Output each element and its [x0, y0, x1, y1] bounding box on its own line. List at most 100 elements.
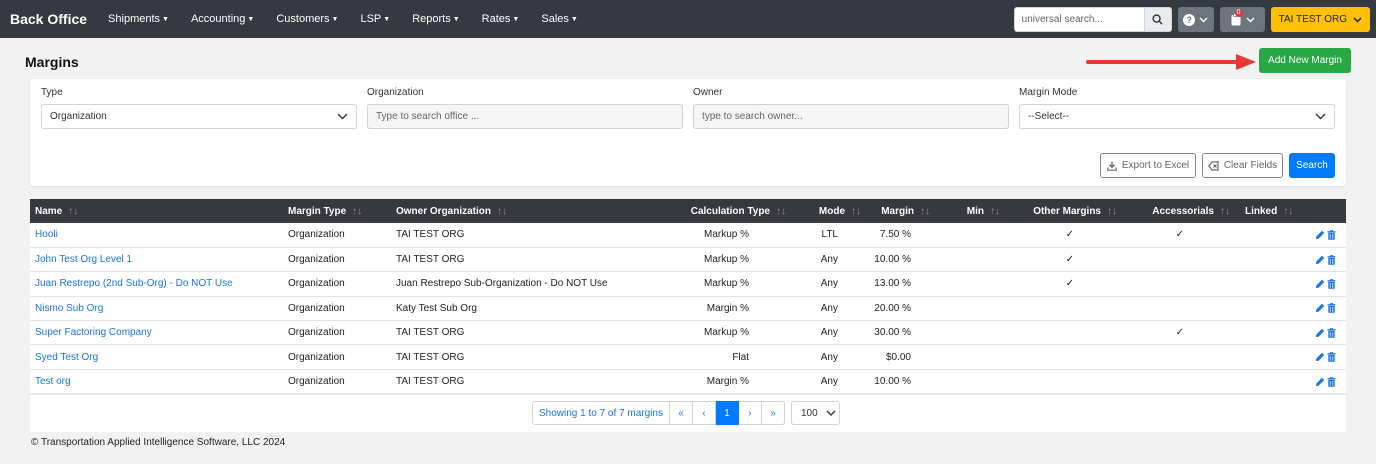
next-page-button[interactable]: ›: [738, 401, 762, 425]
column-header-margin-type[interactable]: Margin Type ↑↓: [283, 199, 391, 223]
trash-icon[interactable]: [1327, 376, 1336, 387]
cell-calculation-type: Flat: [732, 351, 749, 363]
row-actions: [1240, 327, 1341, 338]
add-new-margin-button[interactable]: Add New Margin: [1259, 48, 1351, 73]
search-button[interactable]: Search: [1289, 153, 1335, 178]
trash-icon[interactable]: [1327, 327, 1336, 338]
column-header-calculation-type[interactable]: Calculation Type ↑↓: [641, 199, 791, 223]
edit-icon[interactable]: [1315, 279, 1325, 289]
cell-margin-type: Organization: [288, 302, 345, 314]
nav-item-sales[interactable]: Sales ▼: [530, 13, 588, 25]
last-page-button[interactable]: »: [761, 401, 785, 425]
nav-item-rates[interactable]: Rates ▼: [471, 13, 531, 25]
nav-item-label: LSP: [360, 13, 382, 25]
page-title: Margins: [25, 54, 79, 70]
trash-icon[interactable]: [1327, 230, 1336, 240]
trash-icon[interactable]: [1327, 352, 1336, 362]
cell-margin-type: Organization: [288, 376, 345, 388]
previous-page-button[interactable]: ‹: [692, 401, 716, 425]
brand-logo[interactable]: Back Office: [10, 11, 87, 27]
cell-mode: Any: [820, 254, 838, 266]
cart-button[interactable]: 0: [1219, 7, 1265, 32]
nav-item-accounting[interactable]: Accounting ▼: [180, 13, 265, 25]
cell-name[interactable]: John Test Org Level 1: [30, 247, 283, 271]
column-header-accessorials[interactable]: Accessorials ↑↓: [1122, 199, 1235, 223]
edit-icon[interactable]: [1315, 328, 1325, 338]
column-header-min[interactable]: Min ↑↓: [935, 199, 1005, 223]
organization-search-input[interactable]: Type to search office ...: [367, 104, 683, 129]
chevron-down-icon: ▼: [452, 15, 460, 23]
help-button[interactable]: ?: [1177, 7, 1214, 32]
cell-name[interactable]: Juan Restrepo (2nd Sub-Org) - Do NOT Use: [30, 272, 283, 296]
trash-icon[interactable]: [1327, 279, 1336, 289]
cell-owner-organization: TAI TEST ORG: [396, 229, 465, 241]
export-excel-label: Export to Excel: [1121, 160, 1190, 171]
column-header-other-margins[interactable]: Other Margins ↑↓: [1005, 199, 1122, 223]
cell-other-margins: ✓: [1065, 254, 1074, 266]
cell-margin-type: Organization: [288, 254, 345, 266]
trash-icon[interactable]: [1327, 303, 1336, 314]
column-header-name[interactable]: Name ↑↓: [30, 199, 283, 223]
trash-icon[interactable]: [1327, 254, 1336, 265]
header-label: Other Margins: [1033, 205, 1101, 217]
cell-owner-organization: TAI TEST ORG: [396, 254, 465, 266]
edit-icon[interactable]: [1315, 352, 1325, 362]
cell-margin: 13.00 %: [874, 278, 911, 290]
annotation-arrow: [1086, 54, 1256, 70]
edit-icon[interactable]: [1315, 230, 1325, 240]
table-row: Nismo Sub Org Organization Katy Test Sub O…: [30, 296, 1346, 321]
column-header-mode[interactable]: Mode ↑↓: [791, 199, 866, 223]
cell-min: [935, 321, 1005, 345]
cell-margin: 30.00 %: [874, 327, 911, 339]
cell-calculation-type: Markup %: [703, 254, 749, 266]
cell-mode: Any: [820, 278, 838, 290]
header-label: Accessorials: [1152, 205, 1214, 217]
cell-margin-type: Organization: [288, 351, 345, 363]
cell-name[interactable]: Syed Test Org: [30, 345, 283, 369]
column-header-margin[interactable]: Margin ↑↓: [866, 199, 935, 223]
column-header-owner-organization[interactable]: Owner Organization ↑↓: [391, 199, 641, 223]
nav-item-lsp[interactable]: LSP ▼: [349, 13, 401, 25]
header-label: Name: [35, 205, 63, 217]
page-button-current[interactable]: 1: [715, 401, 739, 425]
organization-search-placeholder: Type to search office ...: [376, 111, 480, 122]
cell-name[interactable]: Hooli: [30, 223, 283, 247]
edit-icon[interactable]: [1315, 377, 1325, 387]
margin-mode-select[interactable]: --Select--: [1019, 104, 1335, 129]
chevron-down-icon: ▼: [512, 15, 520, 23]
universal-search-button[interactable]: [1144, 7, 1172, 32]
clear-fields-button[interactable]: Clear Fields: [1202, 153, 1283, 178]
header-label: Mode: [818, 205, 845, 217]
first-page-button[interactable]: «: [669, 401, 693, 425]
download-icon: [1107, 161, 1117, 171]
sort-icon: ↑↓: [497, 205, 508, 217]
edit-icon[interactable]: [1315, 303, 1325, 313]
cell-name[interactable]: Super Factoring Company: [30, 321, 283, 345]
edit-icon[interactable]: [1315, 255, 1325, 265]
cell-mode: LTL: [821, 229, 839, 241]
sort-icon: ↑↓: [352, 205, 363, 217]
nav-item-reports[interactable]: Reports ▼: [401, 13, 470, 25]
nav-right-controls: ? 0 TAI TEST ORG: [1013, 7, 1370, 32]
cart-badge: 0: [1234, 9, 1243, 17]
universal-search-input[interactable]: [1013, 7, 1145, 32]
page-size-select[interactable]: 100: [790, 401, 840, 425]
column-header-linked[interactable]: Linked ↑↓: [1235, 199, 1346, 223]
cell-name[interactable]: Nismo Sub Org: [30, 296, 283, 320]
cell-calculation-type: Margin %: [706, 376, 749, 388]
nav-item-shipments[interactable]: Shipments ▼: [97, 13, 180, 25]
cell-margin-type: Organization: [288, 229, 345, 241]
owner-search-input[interactable]: type to search owner...: [693, 104, 1009, 129]
nav-item-customers[interactable]: Customers ▼: [265, 13, 349, 25]
cell-calculation-type: Markup %: [703, 229, 749, 241]
cell-name[interactable]: Test org: [30, 369, 283, 393]
cell-accessorials: ✓: [1175, 327, 1184, 339]
cell-actions: [1235, 369, 1346, 393]
organization-dropdown[interactable]: TAI TEST ORG: [1270, 7, 1370, 32]
export-excel-button[interactable]: Export to Excel: [1100, 153, 1196, 178]
cell-actions: [1235, 345, 1346, 369]
header-label: Linked: [1245, 205, 1278, 217]
type-select[interactable]: Organization: [41, 104, 357, 129]
pagination-bar: Showing 1 to 7 of 7 margins « ‹ 1 › » 10…: [30, 395, 1346, 432]
row-actions: [1240, 352, 1341, 362]
